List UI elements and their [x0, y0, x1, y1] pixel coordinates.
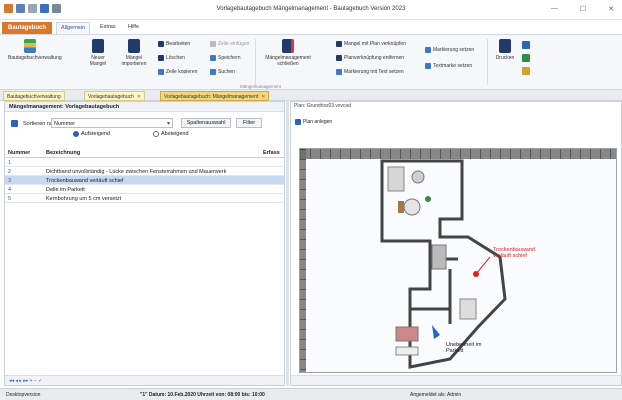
- doc-tab-maengelmanagement[interactable]: Vorlagebautagebuch: Mängelmanagement ✕: [160, 91, 270, 101]
- maengel-table: Nummer Bezeichnung Erfass 1 2 Dichtband u…: [5, 147, 284, 379]
- worker-icon: [92, 39, 104, 53]
- bautagebuchverwaltung-button[interactable]: Bautagebuchverwaltung: [8, 39, 62, 61]
- sort-row: Sortieren nach: Nummer Spaltenauswahl Fi…: [9, 118, 279, 130]
- image-icon: [522, 67, 530, 75]
- status-user: Angemeldet als: Admin: [410, 392, 462, 398]
- suchen-button[interactable]: Suchen: [210, 69, 235, 75]
- edit-icon: [158, 41, 164, 47]
- excel-icon: [522, 54, 530, 62]
- textmark-icon: [425, 63, 431, 69]
- neuer-mangel-button[interactable]: Neuer Mangel: [84, 39, 112, 67]
- planverknuepfung-entfernen-button[interactable]: Planverknüpfung entfernen: [336, 55, 404, 61]
- record-navigator[interactable]: ◂◂ ◂ ▸ ▸▸ + − ✓: [5, 375, 284, 385]
- copy-icon: [158, 69, 164, 75]
- printer-icon: [499, 39, 511, 53]
- table-row[interactable]: 1: [5, 158, 284, 167]
- panel-title: Mängelmanagement: Vorlagebautagebuch: [5, 102, 284, 112]
- zeile-einfuegen-button[interactable]: Zeile einfügen: [210, 41, 249, 47]
- table-row[interactable]: 5 Kernbohrung um 5 cm versetzt: [5, 194, 284, 203]
- list-icon: [24, 39, 36, 53]
- status-datum: "1" Datum: 10.Feb.2020 Uhrzeit von: 08:0…: [140, 392, 265, 398]
- bearbeiten-button[interactable]: Bearbeiten: [158, 41, 190, 47]
- textmarke-setzen-button[interactable]: Textmarke setzen: [425, 63, 472, 69]
- sort-select[interactable]: Nummer: [51, 118, 173, 128]
- sort-direction: Aufsteigend Absteigend: [73, 131, 273, 140]
- doc-tab-bautagebuchverwaltung[interactable]: Bautagebuchverwaltung: [3, 91, 65, 101]
- link-icon: [336, 41, 342, 47]
- group-separator: [255, 39, 256, 85]
- file-tab[interactable]: Bautagebuch: [2, 22, 52, 34]
- plan-title: Plan: Grundriss03.vsvcad: [294, 103, 351, 109]
- floor-plan: [380, 159, 507, 369]
- document-tabs: Bautagebuchverwaltung Vorlagebautagebuch…: [0, 90, 622, 101]
- delete-icon: [158, 55, 164, 61]
- plan-icon: [295, 119, 301, 125]
- speichern-button[interactable]: Speichern: [210, 55, 241, 61]
- zeile-kopieren-button[interactable]: Zeile kopieren: [158, 69, 197, 75]
- tab-hilfe[interactable]: Hilfe: [128, 24, 139, 30]
- close-icon[interactable]: ✕: [261, 94, 265, 100]
- plan-scrollbar[interactable]: [291, 375, 621, 385]
- sort-checkbox[interactable]: [11, 120, 18, 127]
- word-export-button[interactable]: [522, 41, 530, 49]
- import-icon: [128, 39, 140, 53]
- markierung-mit-text-button[interactable]: Markierung mit Text setzen: [336, 69, 404, 75]
- filter-button[interactable]: Filter: [236, 118, 262, 128]
- maximize-button[interactable]: ☐: [580, 5, 586, 13]
- maengel-importieren-button[interactable]: Mängel importieren: [118, 39, 150, 67]
- tab-allgemein[interactable]: Allgemein: [56, 22, 91, 34]
- annotation-parkett[interactable]: Unebenheit im Parkett: [446, 342, 486, 354]
- table-row[interactable]: 4 Delle im Parkett: [5, 185, 284, 194]
- close-icon[interactable]: ✕: [137, 94, 141, 100]
- loeschen-button[interactable]: Löschen: [158, 55, 185, 61]
- annotation-trockenbau[interactable]: Trockenbauwand verläuft schief: [493, 247, 553, 259]
- status-bar: Desktopversion "1" Datum: 10.Feb.2020 Uh…: [0, 388, 622, 400]
- tab-extras[interactable]: Extras: [100, 24, 116, 30]
- word-icon: [522, 41, 530, 49]
- paste-icon: [210, 41, 216, 47]
- save-icon: [210, 55, 216, 61]
- close-management-icon: [282, 39, 294, 53]
- radio-dot: [73, 131, 79, 137]
- radio-aufsteigend[interactable]: Aufsteigend: [73, 131, 110, 137]
- marker-icon: [425, 47, 431, 53]
- title-bar: Vorlagebautagebuch Mängelmanagement - Ba…: [0, 0, 622, 20]
- search-icon: [210, 69, 216, 75]
- ribbon-group-label: Mängelmanagement: [240, 84, 282, 89]
- close-button[interactable]: ✕: [608, 5, 614, 13]
- table-row-selected[interactable]: 3 Trockenbauwand verläuft schief: [5, 176, 284, 185]
- status-version: Desktopversion: [6, 392, 41, 398]
- ribbon: Bautagebuchverwaltung Neuer Mangel Mänge…: [0, 34, 622, 90]
- minimize-button[interactable]: —: [551, 5, 558, 13]
- ribbon-tabs: Bautagebuch Allgemein Extras Hilfe: [0, 20, 622, 34]
- maengelmanagement-schliessen-button[interactable]: Mängelmanagement schließen: [262, 39, 314, 67]
- plan-anlegen-button[interactable]: Plan anlegen: [295, 119, 332, 125]
- plan-canvas[interactable]: Trockenbauwand verläuft schief Unebenhei…: [299, 148, 617, 373]
- plan-panel: Plan: Grundriss03.vsvcad Plan anlegen Tr…: [290, 101, 622, 386]
- excel-export-button[interactable]: [522, 54, 530, 62]
- drucken-button[interactable]: Drucken: [492, 39, 518, 61]
- table-row[interactable]: 2 Dichtband unvollständig - Lücke zwische…: [5, 167, 284, 176]
- radio-dot: [153, 131, 159, 137]
- pin-icon: [336, 69, 342, 75]
- maengel-panel: Mängelmanagement: Vorlagebautagebuch Sor…: [4, 101, 285, 386]
- pdf-export-button[interactable]: [522, 67, 530, 75]
- panel-splitter[interactable]: [286, 101, 289, 386]
- window-title: Vorlagebautagebuch Mängelmanagement - Ba…: [216, 6, 406, 12]
- markierung-setzen-button[interactable]: Markierung setzen: [425, 47, 474, 53]
- unlink-icon: [336, 55, 342, 61]
- group-separator: [487, 39, 488, 85]
- radio-absteigend[interactable]: Absteigend: [153, 131, 189, 137]
- spaltenauswahl-button[interactable]: Spaltenauswahl: [181, 118, 231, 128]
- mangel-verknuepfen-button[interactable]: Mangel mit Plan verknüpfen: [336, 41, 406, 47]
- doc-tab-vorlagebautagebuch[interactable]: Vorlagebautagebuch ✕: [84, 91, 146, 101]
